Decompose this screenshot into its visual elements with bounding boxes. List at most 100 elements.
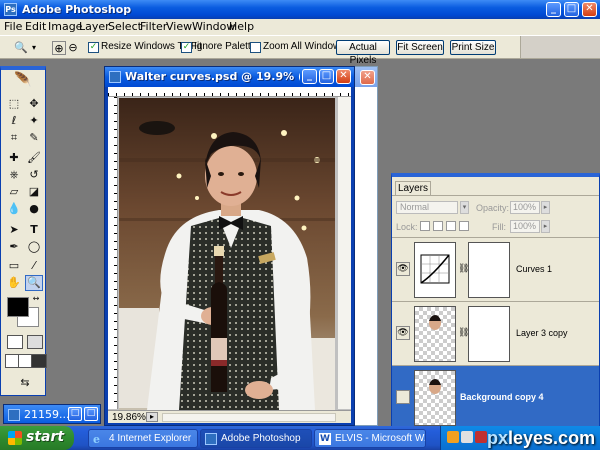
- menu-file[interactable]: File: [4, 20, 22, 33]
- document-minimize-button[interactable]: _: [302, 69, 317, 84]
- minimized-maximize-button[interactable]: □: [84, 407, 98, 421]
- visibility-eye-icon[interactable]: 👁: [396, 326, 410, 340]
- toolbox: 🪶 ⬚ ✥ ℓ ✦ ⌗ ✎ ✚ 🖌 ⎈ ↺ ▱ ◪ 💧 ● ➤ T ✒ ◯ ▭ …: [0, 66, 47, 396]
- brush-tool-icon[interactable]: 🖌: [25, 150, 43, 166]
- volume-icon[interactable]: [461, 431, 473, 443]
- slice-tool-icon[interactable]: ✎: [25, 130, 43, 146]
- marquee-tool-icon[interactable]: ⬚: [5, 96, 23, 112]
- close-button[interactable]: ✕: [582, 2, 597, 17]
- document-close-button[interactable]: ✕: [336, 69, 351, 84]
- document-image[interactable]: [119, 98, 335, 410]
- chain-link-icon[interactable]: ⛓: [458, 328, 469, 340]
- taskbar-microsoft-word[interactable]: W ELVIS - Microsoft W...: [314, 429, 426, 448]
- zoom-out-icon[interactable]: ⊖: [66, 41, 80, 55]
- screen-mode-full-icon[interactable]: [31, 354, 47, 368]
- menu-edit[interactable]: Edit: [25, 20, 46, 33]
- swap-colors-icon[interactable]: ↔: [31, 294, 41, 304]
- move-tool-icon[interactable]: ✥: [25, 96, 43, 112]
- tab-divider: [392, 195, 599, 196]
- lock-transparency-icon[interactable]: [420, 221, 430, 231]
- visibility-toggle-empty[interactable]: [396, 390, 410, 404]
- menu-image[interactable]: Image: [48, 20, 82, 33]
- maximize-button[interactable]: □: [564, 2, 579, 17]
- visibility-eye-icon[interactable]: 👁: [396, 262, 410, 276]
- fill-arrow-icon[interactable]: ▸: [541, 220, 550, 233]
- background-window-close-button[interactable]: ✕: [360, 70, 375, 85]
- blur-tool-icon[interactable]: 💧: [5, 201, 23, 217]
- tool-preset-dropdown[interactable]: ▾: [30, 41, 38, 55]
- menu-filter[interactable]: Filter: [140, 20, 167, 33]
- status-menu-button[interactable]: ▸: [146, 412, 158, 422]
- curves-adjustment-thumbnail[interactable]: [414, 242, 456, 298]
- tray-app-icon[interactable]: [447, 431, 459, 443]
- lock-all-icon[interactable]: [459, 221, 469, 231]
- shape-tool-icon[interactable]: ◯: [25, 239, 43, 255]
- menu-layer[interactable]: Layer: [79, 20, 110, 33]
- ignore-palettes-checkbox[interactable]: ✓: [181, 42, 192, 53]
- tab-layers[interactable]: Layers: [395, 181, 431, 195]
- layer-row-background-copy-4[interactable]: Background copy 4: [392, 365, 599, 429]
- zoom-in-icon[interactable]: ⊕: [52, 41, 66, 55]
- resize-windows-checkbox[interactable]: ✓: [88, 42, 99, 53]
- blend-mode-arrow-icon[interactable]: ▾: [460, 201, 469, 214]
- path-selection-tool-icon[interactable]: ➤: [5, 222, 23, 238]
- paint-bucket-tool-icon[interactable]: ◪: [25, 184, 43, 200]
- magic-wand-tool-icon[interactable]: ✦: [25, 113, 43, 129]
- minimize-button[interactable]: _: [546, 2, 561, 17]
- layer-thumbnail[interactable]: [414, 306, 456, 362]
- type-tool-icon[interactable]: T: [25, 222, 43, 238]
- minimized-document-window[interactable]: 21159... □ □: [3, 404, 101, 424]
- notes-tool-icon[interactable]: ▭: [5, 258, 23, 274]
- taskbar-adobe-photoshop[interactable]: Adobe Photoshop: [200, 429, 312, 448]
- menu-view[interactable]: View: [166, 20, 192, 33]
- layer-row-layer-3-copy[interactable]: 👁 ⛓ Layer 3 copy: [392, 301, 599, 365]
- horizontal-scrollbar[interactable]: [162, 413, 336, 422]
- hand-tool-icon[interactable]: ✋: [5, 275, 23, 291]
- pen-tool-icon[interactable]: ✒: [5, 239, 23, 255]
- standard-mode-icon[interactable]: [7, 335, 23, 349]
- actual-pixels-button[interactable]: Actual Pixels: [336, 40, 390, 66]
- fit-screen-button[interactable]: Fit Screen: [396, 40, 444, 55]
- blend-mode-select[interactable]: Normal: [396, 201, 458, 214]
- crop-tool-icon[interactable]: ⌗: [5, 130, 23, 146]
- vertical-scrollbar[interactable]: [338, 97, 351, 409]
- menu-help[interactable]: Help: [229, 20, 254, 33]
- layer-thumbnail[interactable]: [414, 370, 456, 426]
- zoom-tool-icon[interactable]: 🔍: [25, 275, 43, 291]
- layer-row-curves-1[interactable]: 👁 ⛓ Curves 1: [392, 237, 599, 301]
- chain-link-icon[interactable]: ⛓: [458, 264, 469, 276]
- photoshop-feather-icon[interactable]: 🪶: [6, 72, 40, 88]
- history-brush-tool-icon[interactable]: ↺: [25, 167, 43, 183]
- lock-pixels-icon[interactable]: [433, 221, 443, 231]
- lock-position-icon[interactable]: [446, 221, 456, 231]
- minimized-restore-button[interactable]: □: [68, 407, 82, 421]
- fill-input[interactable]: 100%: [510, 220, 540, 233]
- waiter-photo: [119, 98, 335, 410]
- dodge-tool-icon[interactable]: ●: [25, 201, 43, 217]
- zoom-all-windows-checkbox[interactable]: [250, 42, 261, 53]
- layer-mask-thumbnail[interactable]: [468, 306, 510, 362]
- pxleyes-watermark: pxleyes.com: [487, 428, 596, 448]
- foreground-color-swatch[interactable]: [7, 297, 29, 317]
- app-title: Adobe Photoshop: [22, 3, 132, 16]
- tray-security-icon[interactable]: [475, 431, 487, 443]
- jump-to-imageready-icon[interactable]: ⇆: [13, 375, 37, 391]
- taskbar-internet-explorer[interactable]: e 4 Internet Explorer: [88, 429, 198, 448]
- opacity-input[interactable]: 100%: [510, 201, 540, 214]
- opacity-arrow-icon[interactable]: ▸: [541, 201, 550, 214]
- opacity-label: Opacity:: [476, 203, 510, 213]
- lasso-tool-icon[interactable]: ℓ: [5, 113, 23, 129]
- menu-select[interactable]: Select: [108, 20, 142, 33]
- layer-mask-thumbnail[interactable]: [468, 242, 510, 298]
- clone-stamp-tool-icon[interactable]: ⎈: [5, 167, 23, 183]
- eyedropper-tool-icon[interactable]: ⁄: [25, 258, 43, 274]
- zoom-level[interactable]: 19.86%: [112, 412, 146, 423]
- start-button[interactable]: start: [0, 426, 74, 450]
- document-maximize-button[interactable]: □: [319, 69, 334, 84]
- healing-brush-tool-icon[interactable]: ✚: [5, 150, 23, 166]
- quick-mask-mode-icon[interactable]: [27, 335, 43, 349]
- eraser-tool-icon[interactable]: ▱: [5, 184, 23, 200]
- zoom-tool-icon[interactable]: 🔍: [14, 41, 28, 55]
- lock-label: Lock:: [396, 222, 418, 232]
- print-size-button[interactable]: Print Size: [450, 40, 496, 55]
